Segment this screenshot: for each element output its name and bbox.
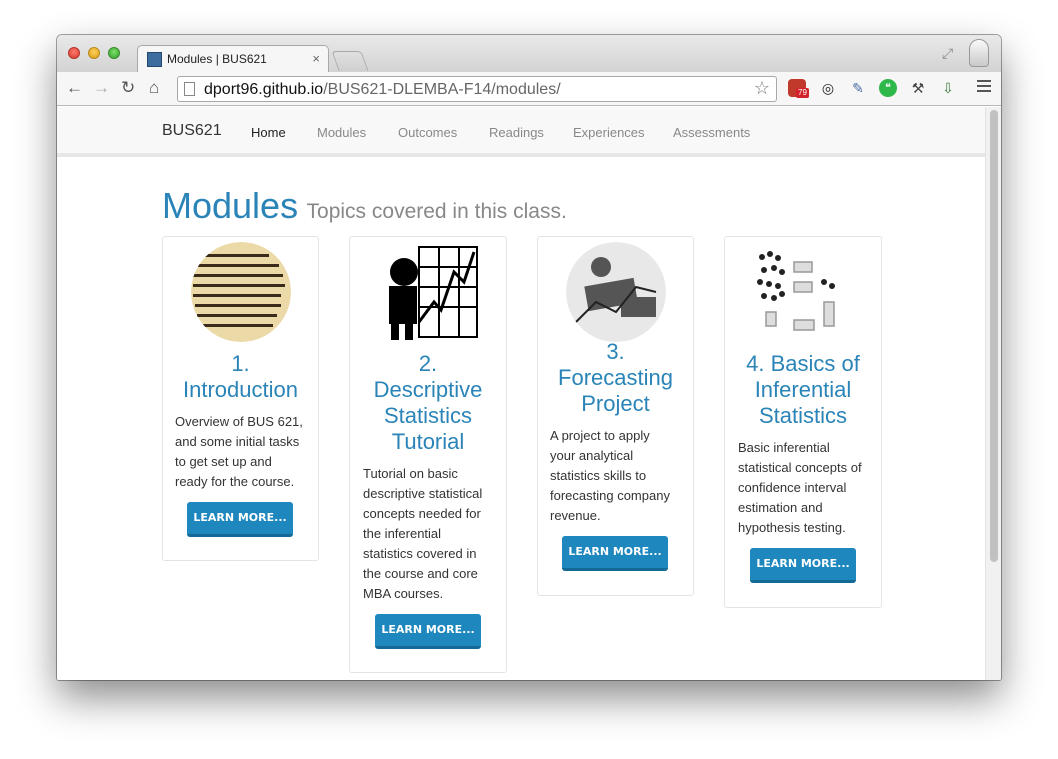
reload-button[interactable]: ↻ — [121, 78, 135, 98]
description-line: descriptive statistical — [363, 486, 483, 501]
url-text: dport96.github.io/BUS621-DLEMBA-F14/modu… — [204, 81, 561, 99]
minimize-window-button[interactable] — [88, 47, 100, 59]
site-brand[interactable]: BUS621 — [162, 122, 222, 140]
description-line: hypothesis testing. — [738, 520, 846, 535]
description-line: statistical concepts of — [738, 460, 862, 475]
favicon-icon — [147, 52, 162, 67]
description-line: ready for the course. — [175, 474, 295, 489]
module-card-forecasting-project: 3. Forecasting Project A project to appl… — [537, 236, 694, 596]
back-button[interactable]: ← — [66, 78, 83, 98]
description-line: to get set up and — [175, 454, 272, 469]
nav-assessments[interactable]: Assessments — [673, 125, 750, 140]
scrollbar-thumb[interactable] — [990, 110, 998, 562]
extension-badge: 79 — [796, 88, 809, 98]
extension-wrench-icon[interactable]: ⚒ — [909, 79, 927, 97]
extension-sync-icon[interactable]: ◎ — [819, 79, 837, 97]
browser-toolbar: ← → ↻ ⌂ dport96.github.io/BUS621-DLEMBA-… — [57, 72, 1001, 106]
nav-home[interactable]: Home — [251, 125, 286, 140]
module-title-line[interactable]: Tutorial — [350, 429, 506, 455]
module-description: A project to apply your analytical stati… — [550, 426, 670, 526]
page-icon — [184, 82, 195, 96]
description-line: A project to apply — [550, 428, 650, 443]
bookmark-star-icon[interactable]: ☆ — [754, 78, 770, 99]
close-window-button[interactable] — [68, 47, 80, 59]
nav-outcomes[interactable]: Outcomes — [398, 125, 457, 140]
new-tab-button[interactable] — [331, 51, 369, 71]
module-title[interactable]: 1. Introduction — [163, 351, 318, 403]
browser-window: Modules | BUS621 × ⤢ ← → ↻ ⌂ dport96.git… — [57, 35, 1001, 680]
tab-title: Modules | BUS621 — [167, 52, 267, 66]
page-title: Modules — [162, 185, 299, 226]
title-bar: Modules | BUS621 × ⤢ — [57, 35, 1001, 73]
description-line: your analytical — [550, 448, 634, 463]
extension-download-icon[interactable]: ⇩ — [939, 79, 957, 97]
tab-close-icon[interactable]: × — [312, 51, 320, 66]
description-line: confidence interval — [738, 480, 847, 495]
module-card-descriptive-statistics: 2. Descriptive Statistics Tutorial Tutor… — [349, 236, 507, 673]
page-viewport: BUS621 Home Modules Outcomes Readings Ex… — [57, 107, 1001, 680]
description-line: and some initial tasks — [175, 434, 300, 449]
module-card-introduction: 1. Introduction Overview of BUS 621, and… — [162, 236, 319, 561]
learn-more-button[interactable]: LEARN MORE... — [375, 614, 481, 649]
browser-tab[interactable]: Modules | BUS621 × — [137, 45, 329, 73]
description-line: statistics skills to — [550, 468, 647, 483]
nav-modules[interactable]: Modules — [317, 125, 366, 140]
learn-more-button[interactable]: LEARN MORE... — [187, 502, 293, 537]
extension-lastpass-icon[interactable]: 79 — [788, 79, 809, 98]
module-title[interactable]: 4. Basics of Inferential Statistics — [725, 351, 881, 429]
module-title-line[interactable]: Statistics — [725, 403, 881, 429]
forward-button[interactable]: → — [93, 78, 110, 98]
description-line: revenue. — [550, 508, 601, 523]
profile-icon[interactable] — [969, 39, 989, 67]
site-navbar: BUS621 Home Modules Outcomes Readings Ex… — [57, 107, 985, 157]
menu-icon[interactable] — [977, 80, 991, 95]
module-description: Tutorial on basic descriptive statistica… — [363, 464, 482, 604]
module-title[interactable]: 2. Descriptive Statistics Tutorial — [350, 351, 506, 455]
fullscreen-icon[interactable]: ⤢ — [942, 45, 953, 62]
population-sample-thumbnail — [754, 242, 854, 342]
extension-eyedropper-icon[interactable]: ✎ — [849, 79, 867, 97]
address-bar[interactable]: dport96.github.io/BUS621-DLEMBA-F14/modu… — [177, 76, 777, 102]
extension-hangouts-icon[interactable]: ❝ — [879, 79, 897, 97]
description-line: statistics covered in — [363, 546, 477, 561]
module-description: Overview of BUS 621, and some initial ta… — [175, 412, 303, 492]
zoom-window-button[interactable] — [108, 47, 120, 59]
description-line: estimation and — [738, 500, 823, 515]
nav-readings[interactable]: Readings — [489, 125, 544, 140]
description-line: concepts needed for — [363, 506, 481, 521]
module-title-line[interactable]: 4. Basics of — [725, 351, 881, 377]
learn-more-button[interactable]: LEARN MORE... — [562, 536, 668, 571]
module-card-inferential-statistics: 4. Basics of Inferential Statistics Basi… — [724, 236, 882, 608]
module-title[interactable]: 3. Forecasting Project — [538, 339, 693, 417]
dictionary-thumbnail — [191, 242, 291, 342]
description-line: the course and core — [363, 566, 478, 581]
nav-experiences[interactable]: Experiences — [573, 125, 645, 140]
module-title-line[interactable]: Forecasting — [538, 365, 693, 391]
description-line: Tutorial on basic — [363, 466, 458, 481]
learn-more-button[interactable]: LEARN MORE... — [750, 548, 856, 583]
module-title-line[interactable]: 3. — [538, 339, 693, 365]
vertical-scrollbar[interactable] — [985, 107, 1001, 680]
description-line: MBA courses. — [363, 586, 444, 601]
page-subtitle: Topics covered in this class. — [306, 200, 567, 223]
module-title-line[interactable]: Project — [538, 391, 693, 417]
url-path: /BUS621-DLEMBA-F14/modules/ — [323, 81, 561, 98]
forecasting-thumbnail — [566, 242, 666, 342]
description-line: Basic inferential — [738, 440, 830, 455]
module-title-line[interactable]: Descriptive — [350, 377, 506, 403]
module-title-line[interactable]: Introduction — [163, 377, 318, 403]
description-line: the inferential — [363, 526, 442, 541]
module-description: Basic inferential statistical concepts o… — [738, 438, 862, 538]
module-title-line[interactable]: Inferential — [725, 377, 881, 403]
module-title-line[interactable]: 2. — [350, 351, 506, 377]
url-host: dport96.github.io — [204, 81, 324, 98]
home-button[interactable]: ⌂ — [149, 78, 159, 98]
page-heading: Modules Topics covered in this class. — [162, 185, 567, 227]
businessman-chart-thumbnail — [379, 242, 479, 342]
module-title-line[interactable]: Statistics — [350, 403, 506, 429]
module-title-line[interactable]: 1. — [163, 351, 318, 377]
description-line: Overview of BUS 621, — [175, 414, 303, 429]
description-line: forecasting company — [550, 488, 670, 503]
